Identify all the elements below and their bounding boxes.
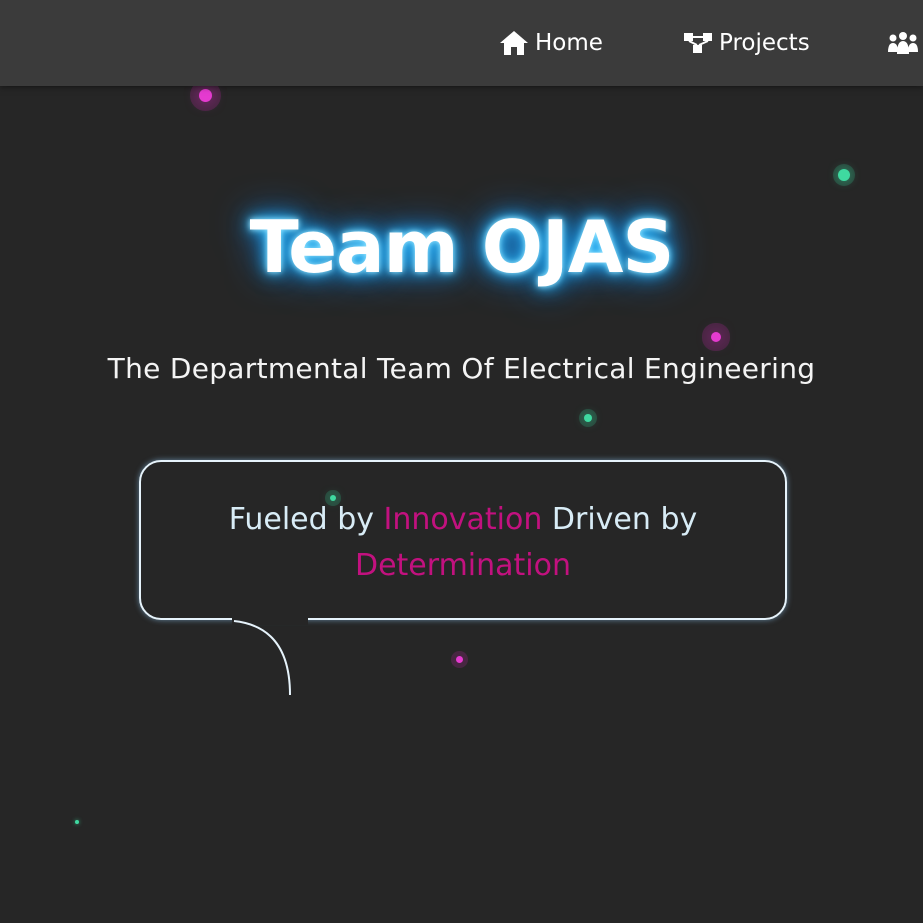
particle-dot <box>711 332 721 342</box>
tagline-text: Fueled by <box>228 502 384 537</box>
team-icon <box>886 30 920 56</box>
tagline-accent-determination: Determination <box>354 548 571 583</box>
nav-home-link[interactable]: Home <box>499 26 603 60</box>
nav-home-label: Home <box>535 30 603 56</box>
particle-dot <box>456 656 463 663</box>
home-icon <box>499 30 529 56</box>
nav-projects-link[interactable]: Projects <box>683 26 810 60</box>
page: Home Projects Team OJAS The Departmental… <box>0 0 923 923</box>
nav-team-link[interactable] <box>886 26 923 60</box>
particle-dot <box>838 169 850 181</box>
nav-projects-label: Projects <box>719 30 810 56</box>
speech-bubble-tail <box>233 620 291 696</box>
particle-dot <box>75 820 79 824</box>
tagline-text: Driven by <box>542 502 698 537</box>
particle-dot <box>584 414 592 422</box>
tagline-accent-innovation: Innovation <box>383 502 543 537</box>
tagline: Fueled by Innovation Driven by Determina… <box>139 497 787 589</box>
particle-dot <box>199 89 212 102</box>
page-title: Team OJAS <box>249 205 675 289</box>
page-subtitle: The Departmental Team Of Electrical Engi… <box>107 352 816 385</box>
sitemap-icon <box>683 30 713 56</box>
navbar: Home Projects <box>0 0 923 86</box>
